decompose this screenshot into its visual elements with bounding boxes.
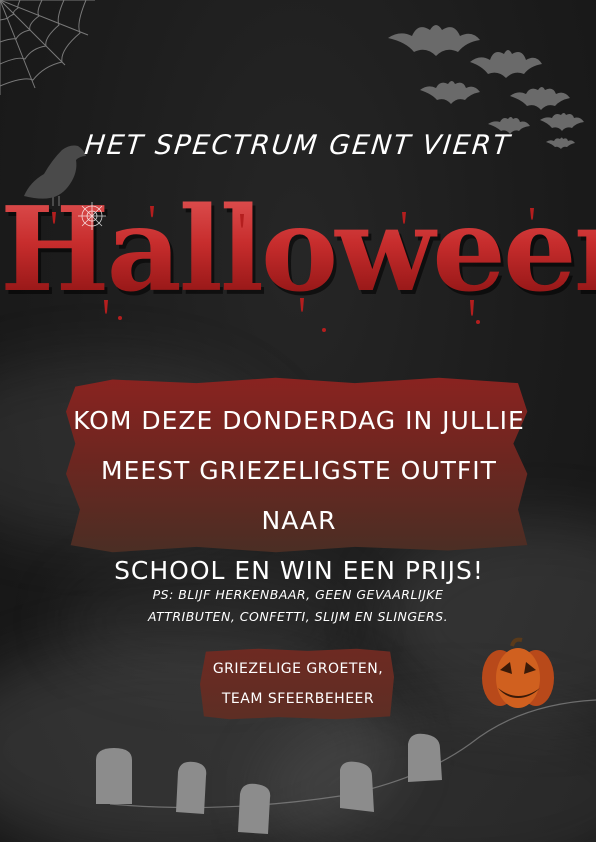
halloween-poster: HET SPECTRUM GENT VIERT Halloween Hallow… [0,0,596,842]
tombstone-icon [96,733,442,834]
